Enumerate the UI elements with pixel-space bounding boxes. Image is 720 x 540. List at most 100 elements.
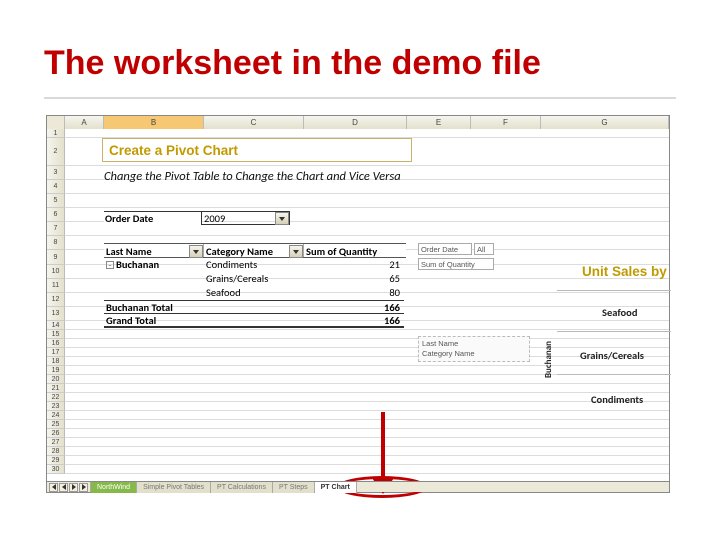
filter-dropdown-icon[interactable]	[275, 212, 289, 225]
row-header-11[interactable]: 11	[47, 279, 65, 293]
pivot-colfield-header[interactable]: Category Name	[204, 244, 304, 257]
grid-row	[65, 447, 669, 456]
colfield-dropdown-icon[interactable]	[289, 245, 303, 258]
tab-nav-next[interactable]	[69, 483, 78, 492]
pivot-rowfield-header[interactable]: Last Name	[104, 244, 204, 257]
row-header-9[interactable]: 9	[47, 250, 65, 265]
row-header-26[interactable]: 26	[47, 429, 65, 438]
pivot-row-value: 65	[304, 272, 404, 286]
pivot-filter-value-cell[interactable]: 2009	[202, 211, 290, 225]
pivot-data-row[interactable]: Grains/Cereals65	[104, 272, 404, 286]
pivot-rowfield-label: Last Name	[106, 245, 152, 258]
pivot-filter-value: 2009	[204, 212, 225, 225]
grid-row	[65, 357, 669, 366]
category-label-seafood: Seafood	[602, 306, 637, 319]
pivot-data-row[interactable]: −BuchananCondiments21	[104, 258, 404, 272]
row-header-24[interactable]: 24	[47, 411, 65, 420]
slide-title: The worksheet in the demo file	[44, 44, 541, 83]
pivot-filter-label: Order Date	[104, 211, 202, 225]
pivot-body: −BuchananCondiments21Grains/Cereals65Sea…	[104, 258, 404, 328]
pivot-subtotal-label: Buchanan Total	[104, 301, 204, 313]
row-header-19[interactable]: 19	[47, 366, 65, 375]
row-header-15[interactable]: 15	[47, 330, 65, 339]
sheet-tab-simple[interactable]: Simple Pivot Tables	[137, 482, 211, 493]
pivot-valuefield-header: Sum of Quantity	[304, 244, 406, 257]
row-header-21[interactable]: 21	[47, 384, 65, 393]
pivot-data-row[interactable]: Seafood80	[104, 286, 404, 300]
col-header-a[interactable]: A	[65, 116, 104, 129]
annotation-box: Create a Pivot Chart	[102, 138, 412, 162]
row-header-27[interactable]: 27	[47, 438, 65, 447]
grid-row	[65, 411, 669, 420]
pivot-row-value: 21	[304, 258, 404, 272]
row-header-1[interactable]: 1	[47, 129, 65, 138]
pivot-grandtotal-label: Grand Total	[104, 314, 204, 326]
grid-row	[65, 339, 669, 348]
rowfield-dropdown-icon[interactable]	[189, 245, 203, 258]
row-header-28[interactable]: 28	[47, 447, 65, 456]
row-header-5[interactable]: 5	[47, 194, 65, 208]
select-all-corner[interactable]	[47, 116, 65, 129]
grid-row	[65, 393, 669, 402]
row-collapse-icon[interactable]: −	[106, 261, 114, 269]
chart-filter-label-upper: Order Date	[418, 243, 472, 255]
pivot-row-key: Buchanan	[116, 258, 159, 271]
pivot-page-filter: Order Date 2009	[104, 211, 290, 225]
row-header-12[interactable]: 12	[47, 293, 65, 307]
row-header-25[interactable]: 25	[47, 420, 65, 429]
row-header-30[interactable]: 30	[47, 465, 65, 474]
row-header-10[interactable]: 10	[47, 265, 65, 279]
grid-row	[65, 375, 669, 384]
row-header-4[interactable]: 4	[47, 180, 65, 194]
row-header-18[interactable]: 18	[47, 357, 65, 366]
pivot-header-row: Last Name Category Name Sum of Quantity	[104, 243, 406, 258]
row-header-16[interactable]: 16	[47, 339, 65, 348]
row-header-22[interactable]: 22	[47, 393, 65, 402]
title-separator	[44, 97, 676, 99]
pivot-colfield-label: Category Name	[206, 245, 273, 258]
grid-row	[65, 129, 669, 138]
chart-field-buttons[interactable]: Last Name Category Name	[418, 336, 530, 362]
row-header-23[interactable]: 23	[47, 402, 65, 411]
callout-arrow	[381, 412, 385, 482]
sheet-tab-active[interactable]: PT Chart	[315, 482, 357, 493]
tab-nav-prev[interactable]	[59, 483, 68, 492]
grid-row	[65, 420, 669, 429]
row-header-14[interactable]: 14	[47, 321, 65, 330]
annotation-text: Create a Pivot Chart	[109, 143, 238, 158]
chart-gridline	[557, 290, 671, 291]
row-header-29[interactable]: 29	[47, 456, 65, 465]
sheet-tab-data[interactable]: NorthWind	[91, 482, 137, 493]
col-header-b[interactable]: B	[104, 116, 204, 129]
chart-field-lastname: Last Name	[422, 339, 526, 349]
row-header-2[interactable]: 2	[47, 138, 65, 166]
excel-worksheet: ABCDEFG 12345678910111213141516171819202…	[46, 115, 670, 493]
col-header-c[interactable]: C	[204, 116, 304, 129]
chart-axis-label: Buchanan	[543, 341, 554, 378]
chart-field-category: Category Name	[422, 349, 526, 359]
sheet-tab-calc[interactable]: PT Calculations	[211, 482, 273, 493]
col-header-e[interactable]: E	[407, 116, 471, 129]
row-header-17[interactable]: 17	[47, 348, 65, 357]
row-header-13[interactable]: 13	[47, 307, 65, 321]
col-header-f[interactable]: F	[471, 116, 541, 129]
column-header-row: ABCDEFG	[47, 116, 669, 129]
row-header-6[interactable]: 6	[47, 208, 65, 222]
tab-nav-last[interactable]	[79, 483, 88, 492]
pivot-subtotal-value: 166	[304, 301, 404, 313]
chart-filter-value-upper[interactable]: All	[474, 243, 494, 255]
col-header-g[interactable]: G	[541, 116, 669, 129]
pivot-row-value: 80	[304, 286, 404, 300]
row-header-3[interactable]: 3	[47, 166, 65, 180]
row-header-20[interactable]: 20	[47, 375, 65, 384]
chart-filtercaption-lower: Sum of Quantity	[418, 258, 494, 270]
grid-row	[65, 194, 669, 208]
col-header-d[interactable]: D	[304, 116, 407, 129]
row-header-7[interactable]: 7	[47, 222, 65, 236]
grid-row	[65, 384, 669, 393]
row-header-8[interactable]: 8	[47, 236, 65, 250]
grid-row	[65, 456, 669, 465]
sheet-tab-steps[interactable]: PT Steps	[273, 482, 315, 493]
tab-nav-first[interactable]	[49, 483, 58, 492]
chart-title: Unit Sales by	[582, 264, 667, 279]
